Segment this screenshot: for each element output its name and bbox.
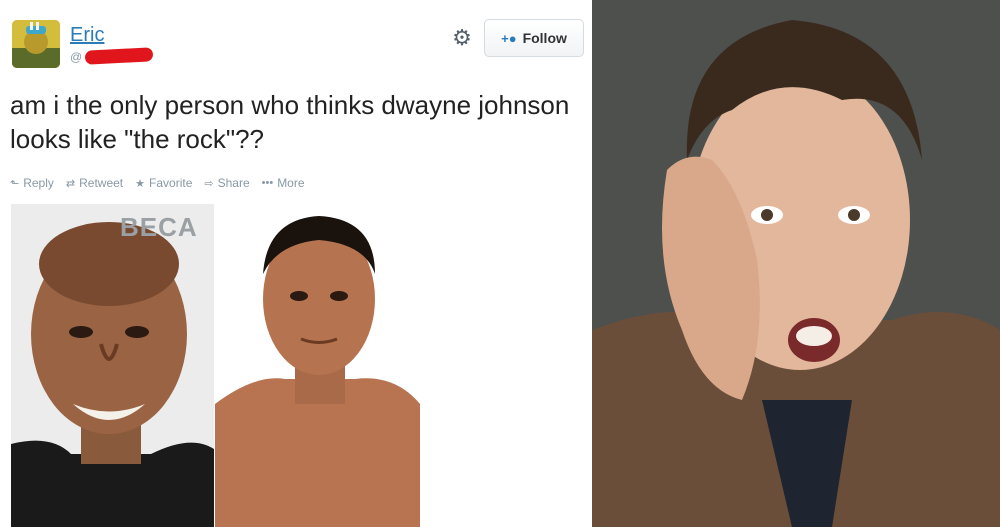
more-action[interactable]: ••• More: [262, 176, 305, 190]
favorite-label: Favorite: [149, 176, 193, 190]
gear-icon[interactable]: ⚙: [450, 26, 474, 50]
tweet-actions: ⬑ Reply ⇄ Retweet ★ Favorite ⇨ Share ••• More: [10, 176, 305, 190]
tweet-text: am i the only person who thinks dwayne j…: [10, 90, 570, 154]
follow-button[interactable]: +● Follow: [484, 19, 584, 57]
more-label: More: [277, 176, 305, 190]
retweet-label: Retweet: [79, 176, 124, 190]
retweet-icon: ⇄: [65, 177, 76, 190]
reply-action[interactable]: ⬑ Reply: [10, 176, 54, 190]
share-action[interactable]: ⇨ Share: [204, 176, 249, 190]
favorite-action[interactable]: ★ Favorite: [135, 176, 192, 190]
reply-label: Reply: [23, 176, 54, 190]
photo-bald-man[interactable]: [11, 204, 214, 527]
star-icon: ★: [135, 177, 146, 190]
follow-label: Follow: [522, 30, 567, 46]
share-icon: ⇨: [204, 177, 214, 190]
reply-icon: ⬑: [10, 177, 20, 190]
photo-shocked-man[interactable]: [592, 0, 1000, 527]
user-handle[interactable]: @: [70, 50, 82, 64]
ellipsis-icon: •••: [261, 177, 274, 189]
avatar[interactable]: [12, 20, 60, 68]
handle-redaction-mark: [84, 47, 154, 65]
display-name-link[interactable]: Eric: [70, 24, 104, 47]
backdrop-sign-text: BECA: [120, 212, 198, 242]
tweet-card: Eric @ ⚙ +● Follow am i the only person …: [0, 0, 592, 527]
retweet-action[interactable]: ⇄ Retweet: [66, 176, 123, 190]
photo-muscular-man[interactable]: [215, 204, 420, 527]
add-user-icon: +●: [501, 30, 517, 46]
share-label: Share: [217, 176, 250, 190]
